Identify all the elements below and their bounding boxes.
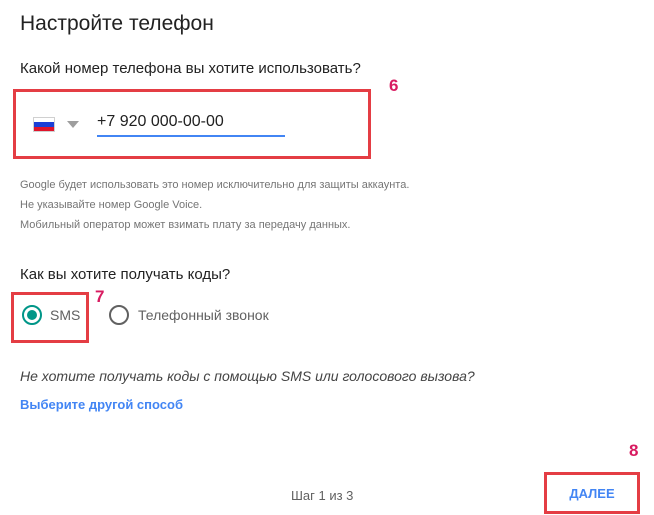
step-indicator: Шаг 1 из 3: [291, 488, 354, 503]
phone-call-radio[interactable]: [109, 305, 129, 325]
annotation-badge-8: 8: [629, 441, 639, 460]
alternative-method-question: Не хотите получать коды с помощью SMS ил…: [20, 368, 475, 384]
choose-other-method-link[interactable]: Выберите другой способ: [20, 397, 183, 412]
phone-question-label: Какой номер телефона вы хотите использов…: [20, 60, 361, 77]
annotation-badge-6: 6: [389, 76, 399, 95]
codes-question-label: Как вы хотите получать коды?: [20, 266, 231, 283]
sms-radio[interactable]: [22, 305, 42, 325]
phone-note-protection: Google будет использовать это номер искл…: [20, 179, 410, 191]
page-title: Настройте телефон: [20, 12, 214, 35]
phone-note-google-voice: Не указывайте номер Google Voice.: [20, 199, 203, 211]
phone-note-carrier-fees: Мобильный оператор может взимать плату з…: [20, 219, 351, 231]
chevron-down-icon[interactable]: [67, 121, 79, 128]
annotation-badge-7: 7: [95, 287, 105, 306]
radio-selected-dot: [27, 310, 37, 320]
phone-call-radio-label[interactable]: Телефонный звонок: [138, 307, 269, 323]
phone-number-input[interactable]: [97, 111, 285, 137]
next-button[interactable]: ДАЛЕЕ: [553, 480, 631, 506]
russia-flag-icon[interactable]: [33, 117, 55, 132]
sms-radio-label[interactable]: SMS: [50, 307, 80, 323]
